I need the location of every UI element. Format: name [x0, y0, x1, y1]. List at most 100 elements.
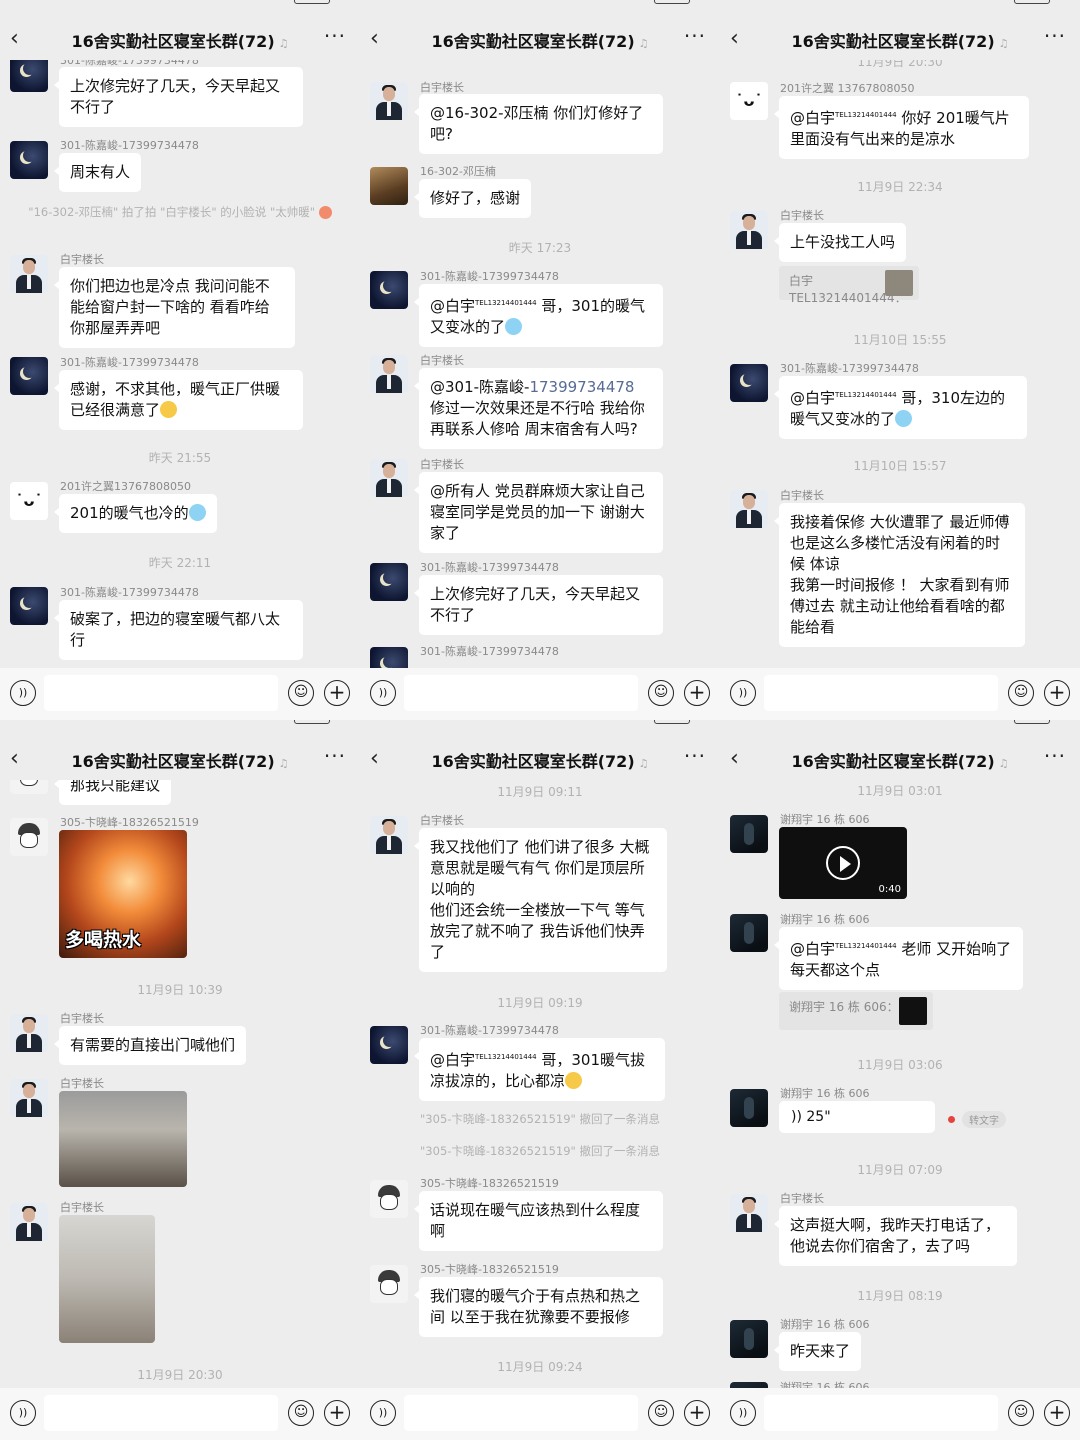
message-bubble[interactable]: 破案了，把边的寝室暖气都八太行 [54, 600, 303, 660]
avatar[interactable] [10, 1014, 48, 1052]
more-options-icon[interactable]: ··· [1044, 744, 1066, 768]
more-options-icon[interactable]: ··· [324, 24, 346, 48]
message-list[interactable]: 白宇楼长 @16-302-邓压楠 你们灯修好了吧? 16-302-邓压楠 修好了… [360, 60, 720, 668]
avatar[interactable] [370, 563, 408, 601]
plus-icon[interactable]: + [684, 680, 710, 706]
transcribe-button[interactable]: 转文字 [962, 1111, 1006, 1128]
avatar[interactable] [370, 816, 408, 854]
avatar[interactable] [10, 255, 48, 293]
message-bubble[interactable]: 我们寝的暖气介于有点热和热之间 以至于我在犹豫要不要报修 [414, 1277, 663, 1337]
voice-input-icon[interactable]: )) [730, 1400, 756, 1426]
emoji-icon[interactable]: ☺ [1008, 1400, 1034, 1426]
message-bubble[interactable]: 那我只能建议 [53, 780, 172, 805]
message-bubble[interactable]: 周末有人 [53, 153, 142, 192]
avatar[interactable] [10, 141, 48, 179]
message-list[interactable]: 那我只能建议 305-卞晓峰-18326521519 多喝热水 11月9日 10… [0, 780, 360, 1388]
message-bubble[interactable]: 201的暖气也冷的 [54, 494, 217, 533]
avatar[interactable] [370, 1180, 408, 1218]
message-input[interactable] [404, 1395, 638, 1431]
message-bubble[interactable]: @301-陈嘉峻-17399734478 修过一次效果还是不行哈 我给你再联系人… [414, 368, 663, 449]
message-bubble[interactable]: 有需要的直接出门喊他们 [53, 1026, 247, 1065]
message-list[interactable]: 301-陈嘉峻-17399734478 上次修完好了几天，今天早起又不行了 30… [0, 60, 360, 668]
voice-message[interactable]: )) 25" [779, 1101, 935, 1133]
avatar[interactable] [10, 818, 48, 856]
emoji-icon[interactable]: ☺ [648, 680, 674, 706]
avatar[interactable] [730, 211, 768, 249]
message-bubble[interactable]: 上次修完好了几天，今天早起又不行了 [414, 575, 663, 635]
plus-icon[interactable]: + [1044, 680, 1070, 706]
message-bubble[interactable]: 这声挺大啊，我昨天打电话了，他说去你们宿舍了，去了吗 [774, 1206, 1017, 1266]
avatar[interactable] [10, 587, 48, 625]
voice-input-icon[interactable]: )) [370, 1400, 396, 1426]
quoted-message[interactable]: 白宇TEL13214401444： [779, 266, 919, 305]
avatar[interactable] [730, 815, 768, 853]
photo-message[interactable] [59, 1215, 155, 1343]
message-bubble[interactable]: 修好了，感谢 [413, 179, 532, 218]
more-options-icon[interactable]: ··· [684, 24, 706, 48]
avatar[interactable] [370, 271, 408, 309]
emoji-icon[interactable]: ☺ [288, 680, 314, 706]
avatar[interactable] [10, 1079, 48, 1117]
message-bubble[interactable]: 我又找他们了 他们讲了很多 大概意思就是暖气有气 你们是顶层所以响的 他们还会统… [414, 828, 667, 972]
more-options-icon[interactable]: ··· [324, 744, 346, 768]
message-bubble[interactable]: @白宇TEL13214401444 哥，310左边的暖气又变冰的了 [774, 376, 1027, 439]
avatar[interactable] [370, 82, 408, 120]
message-input[interactable] [44, 675, 278, 711]
avatar[interactable] [730, 1320, 768, 1358]
message-bubble[interactable]: @所有人 党员群麻烦大家让自己寝室同学是党员的加一下 谢谢大家了 [414, 472, 663, 553]
plus-icon[interactable]: + [324, 680, 350, 706]
avatar[interactable] [370, 1026, 408, 1064]
play-icon[interactable] [826, 846, 860, 880]
message-bubble[interactable]: @白宇TEL13214401444 哥，301的暖气又变冰的了 [414, 284, 663, 347]
plus-icon[interactable]: + [324, 1400, 350, 1426]
avatar[interactable] [370, 1265, 408, 1303]
avatar[interactable] [370, 459, 408, 497]
avatar[interactable]: ˙ᴗ˙ [10, 482, 48, 520]
voice-input-icon[interactable]: )) [10, 1400, 36, 1426]
avatar[interactable] [370, 167, 408, 205]
voice-input-icon[interactable]: )) [10, 680, 36, 706]
avatar[interactable] [730, 364, 768, 402]
message-bubble[interactable]: 话说现在暖气应该热到什么程度啊 [414, 1191, 663, 1251]
emoji-icon[interactable]: ☺ [1008, 680, 1034, 706]
message-bubble[interactable]: @白宇TEL13214401444 哥，301暖气拔凉拔凉的，比心都凉 [414, 1038, 665, 1101]
avatar[interactable]: ˙ᴗ˙ [730, 82, 768, 120]
avatar[interactable] [370, 355, 408, 393]
message-bubble[interactable]: 我接着保修 大伙遭罪了 最近师傅也是这么多楼忙活没有闲着的时候 体谅 我第一时间… [774, 503, 1025, 647]
avatar[interactable] [730, 1194, 768, 1232]
message-input[interactable] [404, 675, 638, 711]
message-input[interactable] [764, 675, 998, 711]
avatar[interactable] [730, 1089, 768, 1127]
voice-input-icon[interactable]: )) [730, 680, 756, 706]
quoted-message[interactable]: 谢翔宇 16 栋 606： [779, 992, 933, 1030]
message-bubble[interactable]: @白宇TEL13214401444 你好 201暖气片里面没有气出来的是凉水 [774, 96, 1029, 159]
message-bubble[interactable]: 昨天来了 [773, 1332, 862, 1371]
avatar[interactable] [10, 60, 48, 92]
avatar[interactable] [370, 647, 408, 668]
avatar[interactable] [730, 914, 768, 952]
more-options-icon[interactable]: ··· [1044, 24, 1066, 48]
plus-icon[interactable]: + [684, 1400, 710, 1426]
message-list[interactable]: 11月9日 03:01 谢翔宇 16 栋 606 0:40 谢翔宇 16 栋 6… [720, 780, 1080, 1388]
message-bubble[interactable]: 上次修完好了几天，今天早起又不行了 [54, 67, 303, 127]
avatar[interactable] [730, 490, 768, 528]
avatar[interactable] [10, 357, 48, 395]
message-list[interactable]: 11月9日 09:11 白宇楼长 我又找他们了 他们讲了很多 大概意思就是暖气有… [360, 780, 720, 1388]
phone-link[interactable]: 17399734478 [529, 378, 634, 396]
photo-message[interactable] [59, 1091, 187, 1187]
voice-input-icon[interactable]: )) [370, 680, 396, 706]
video-message[interactable]: 0:40 [779, 827, 907, 899]
message-bubble[interactable]: @16-302-邓压楠 你们灯修好了吧? [414, 94, 663, 154]
emoji-icon[interactable]: ☺ [648, 1400, 674, 1426]
message-bubble[interactable]: 上午没找工人吗 [773, 223, 907, 262]
more-options-icon[interactable]: ··· [684, 744, 706, 768]
emoji-icon[interactable]: ☺ [288, 1400, 314, 1426]
message-bubble[interactable]: @白宇TEL13214401444 老师 又开始响了 每天都这个点 [774, 927, 1023, 990]
plus-icon[interactable]: + [1044, 1400, 1070, 1426]
message-bubble[interactable]: 感谢，不求其他，暖气正厂供暖已经很满意了 [54, 370, 303, 430]
message-input[interactable] [44, 1395, 278, 1431]
message-input[interactable] [764, 1395, 998, 1431]
sticker-image[interactable]: 多喝热水 [59, 830, 187, 958]
message-bubble[interactable]: 你们把边也是冷点 我问问能不能给窗户封一下啥的 看看咋给你那屋弄弄吧 [54, 267, 295, 348]
avatar[interactable] [10, 1203, 48, 1241]
